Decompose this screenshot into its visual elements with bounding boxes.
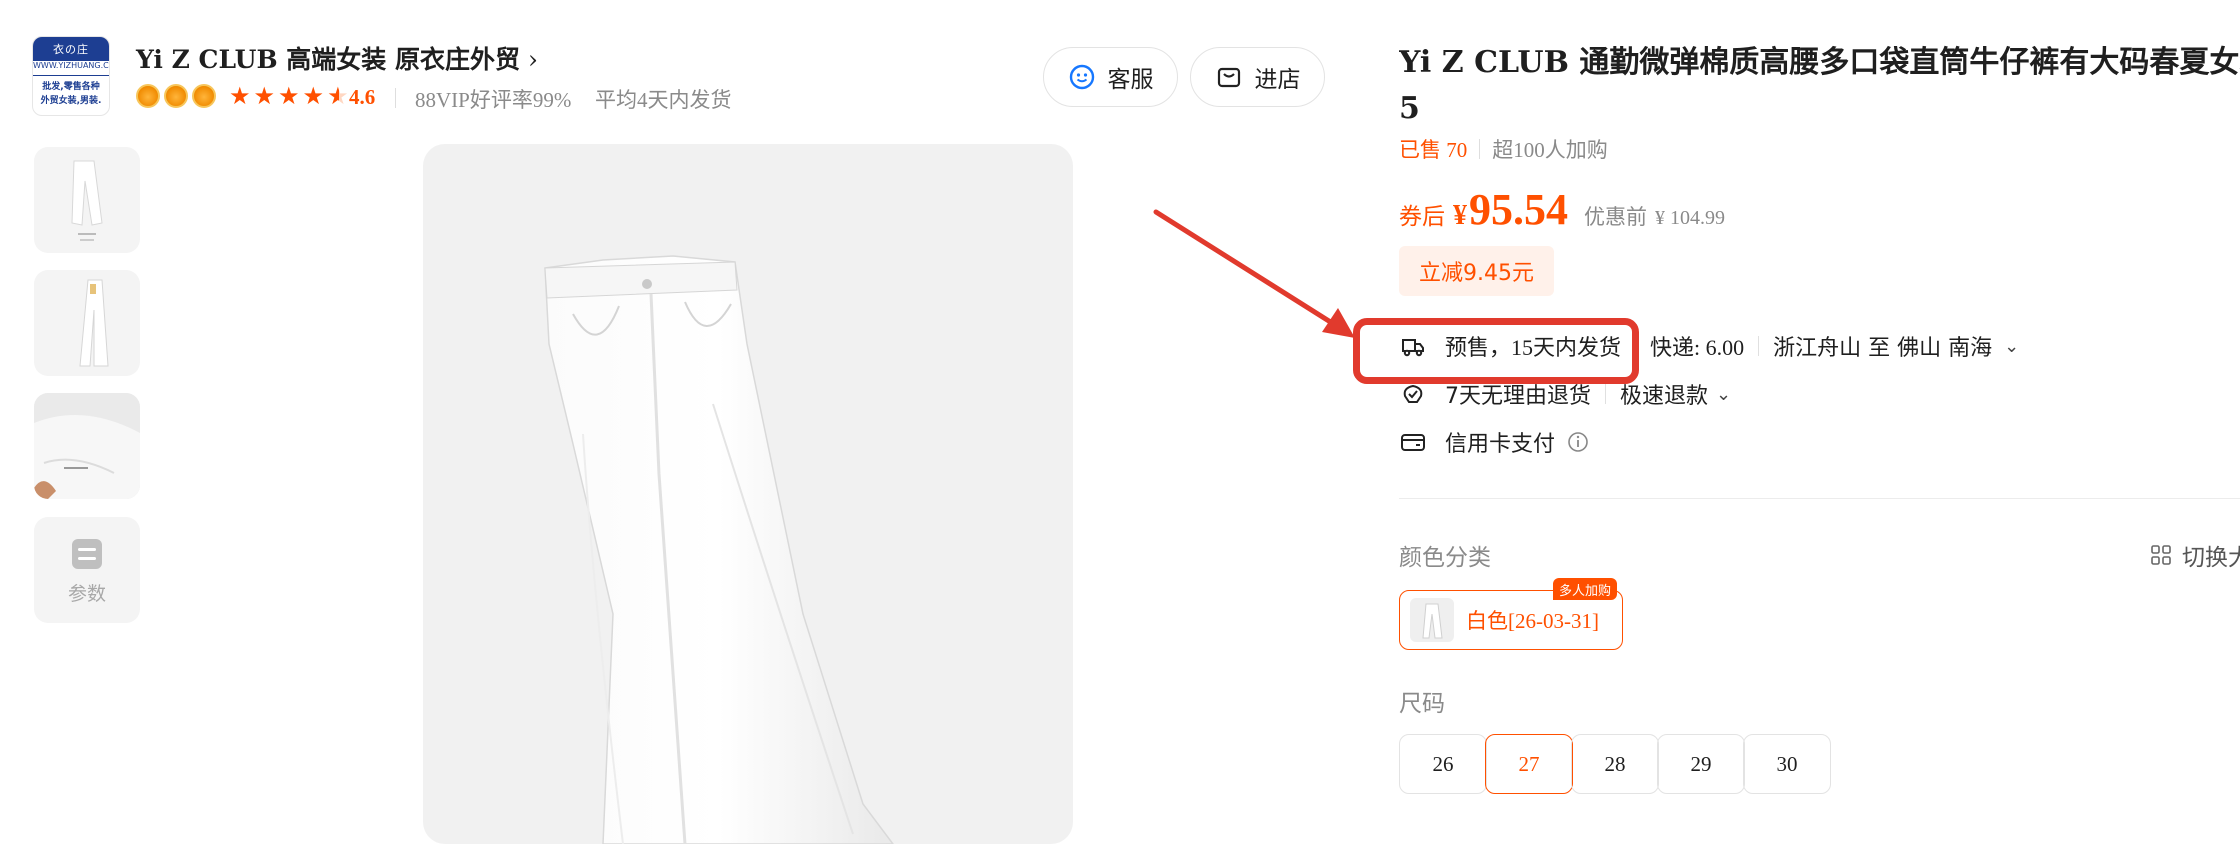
enter-shop-label: 进店 xyxy=(1254,67,1301,93)
sliders-icon xyxy=(72,539,102,569)
star-icon: ★ xyxy=(229,82,251,110)
shop-icon xyxy=(1217,67,1240,88)
size-option-27[interactable]: 27 xyxy=(1485,734,1573,794)
switch-view-label: 切换大 xyxy=(2182,545,2240,571)
store-rating: 4.6 xyxy=(349,85,376,109)
chevron-right-icon: › xyxy=(528,45,539,74)
white-pants-image xyxy=(544,255,894,844)
grid-icon xyxy=(2151,545,2171,565)
product-title: Yi Z CLUB 通勤微弹棉质高腰多口袋直筒牛仔裤有大码春夏女装 5 xyxy=(1399,40,2240,132)
payment-row[interactable]: 信用卡支付 xyxy=(1399,426,1589,458)
product-title-line-2: 5 xyxy=(1399,91,1420,126)
product-title-line-1: Yi Z CLUB 通勤微弹棉质高腰多口袋直筒牛仔裤有大码春夏女装 xyxy=(1399,45,2240,80)
divider xyxy=(1758,336,1760,356)
sold-count: 已售 70 xyxy=(1399,138,1468,162)
chat-face-icon xyxy=(1069,64,1094,90)
pants-thumbnail-image xyxy=(71,160,103,241)
customer-service-label: 客服 xyxy=(1107,67,1154,93)
crown-icon xyxy=(136,84,160,108)
popular-badge: 多人加购 xyxy=(1553,578,1618,600)
star-icon: ★ xyxy=(278,82,300,110)
store-name-link[interactable]: Yi Z CLUB 高端女装 原衣庄外贸 › xyxy=(136,40,538,76)
express-fee: 快递: 6.00 xyxy=(1650,335,1745,360)
customer-service-button[interactable]: 客服 xyxy=(1043,47,1178,107)
divider xyxy=(1605,384,1606,404)
chevron-down-icon: ⌄ xyxy=(2004,335,2020,356)
discount-tag: 立减9.45元 xyxy=(1399,246,1554,296)
current-price: 95.54 xyxy=(1469,185,1568,234)
size-option-26[interactable]: 26 xyxy=(1399,734,1487,794)
sales-info: 已售 70 超100人加购 xyxy=(1399,134,1608,164)
vip-rate: 88VIP好评率99% xyxy=(415,88,572,112)
thumbnail-3[interactable] xyxy=(34,393,140,499)
logo-text-2: 外贸女装,男装. xyxy=(40,96,102,106)
store-name: Yi Z CLUB 高端女装 原衣庄外贸 xyxy=(136,45,521,74)
star-icon: ★ xyxy=(253,82,276,110)
pants-thumbnail-image xyxy=(79,279,109,367)
switch-view-button[interactable]: 切换大 xyxy=(2150,538,2240,572)
star-icon: ★ xyxy=(302,82,325,110)
info-icon[interactable] xyxy=(1567,431,1589,453)
fabric-thumbnail-image xyxy=(34,393,140,499)
thumbnail-1[interactable] xyxy=(34,147,140,253)
store-logo[interactable]: 衣の庄 WWW.YIZHUANG.COM 批发,零售各种 外贸女装,男装. xyxy=(32,36,110,116)
half-star-icon: ★ xyxy=(327,82,349,110)
shipping-route: 浙江舟山 至 佛山 南海 xyxy=(1773,336,1993,361)
annotation-arrow-icon xyxy=(1153,209,1355,338)
fast-refund: 极速退款 xyxy=(1620,384,1709,409)
cart-count: 超100人加购 xyxy=(1492,138,1608,162)
params-label: 参数 xyxy=(67,583,106,605)
credit-card-icon xyxy=(1401,434,1425,451)
main-product-image[interactable] xyxy=(423,144,1073,844)
logo-url: WWW.YIZHUANG.COM xyxy=(33,61,109,76)
price-row: 券后 ¥ 95.54 优惠前 ¥ 104.99 xyxy=(1399,184,1725,235)
currency-symbol: ¥ xyxy=(1453,200,1467,231)
divider xyxy=(1479,139,1481,159)
store-crowns xyxy=(136,84,216,108)
annotation-highlight-box xyxy=(1353,318,1639,384)
section-divider xyxy=(1399,498,2240,499)
price-prefix: 券后 xyxy=(1399,204,1445,229)
size-option-29[interactable]: 29 xyxy=(1657,734,1745,794)
crown-icon xyxy=(164,84,188,108)
price-before: ¥ 104.99 xyxy=(1655,207,1725,229)
color-label: 颜色分类 xyxy=(1399,545,1491,571)
rating-stars: ★ ★ ★ ★ ★ xyxy=(229,84,349,108)
color-option-label: 白色[26-03-31] xyxy=(1466,609,1599,633)
enter-shop-button[interactable]: 进店 xyxy=(1190,47,1325,107)
thumbnail-2[interactable] xyxy=(34,270,140,376)
price-before-label: 优惠前 xyxy=(1584,205,1647,229)
divider xyxy=(395,88,396,108)
chevron-down-icon: ⌄ xyxy=(1716,383,1732,405)
size-label: 尺码 xyxy=(1399,691,1445,717)
return-policy-icon xyxy=(1403,384,1423,403)
payment-method: 信用卡支付 xyxy=(1445,432,1556,457)
ship-average: 平均4天内发货 xyxy=(595,88,732,112)
size-option-28[interactable]: 28 xyxy=(1571,734,1659,794)
logo-band: 衣の庄 xyxy=(33,37,109,61)
color-swatch-image xyxy=(1410,598,1454,642)
logo-text-1: 批发,零售各种 xyxy=(42,82,100,92)
size-option-30[interactable]: 30 xyxy=(1743,734,1831,794)
params-thumbnail[interactable]: 参数 xyxy=(34,517,140,623)
crown-icon xyxy=(192,84,216,108)
